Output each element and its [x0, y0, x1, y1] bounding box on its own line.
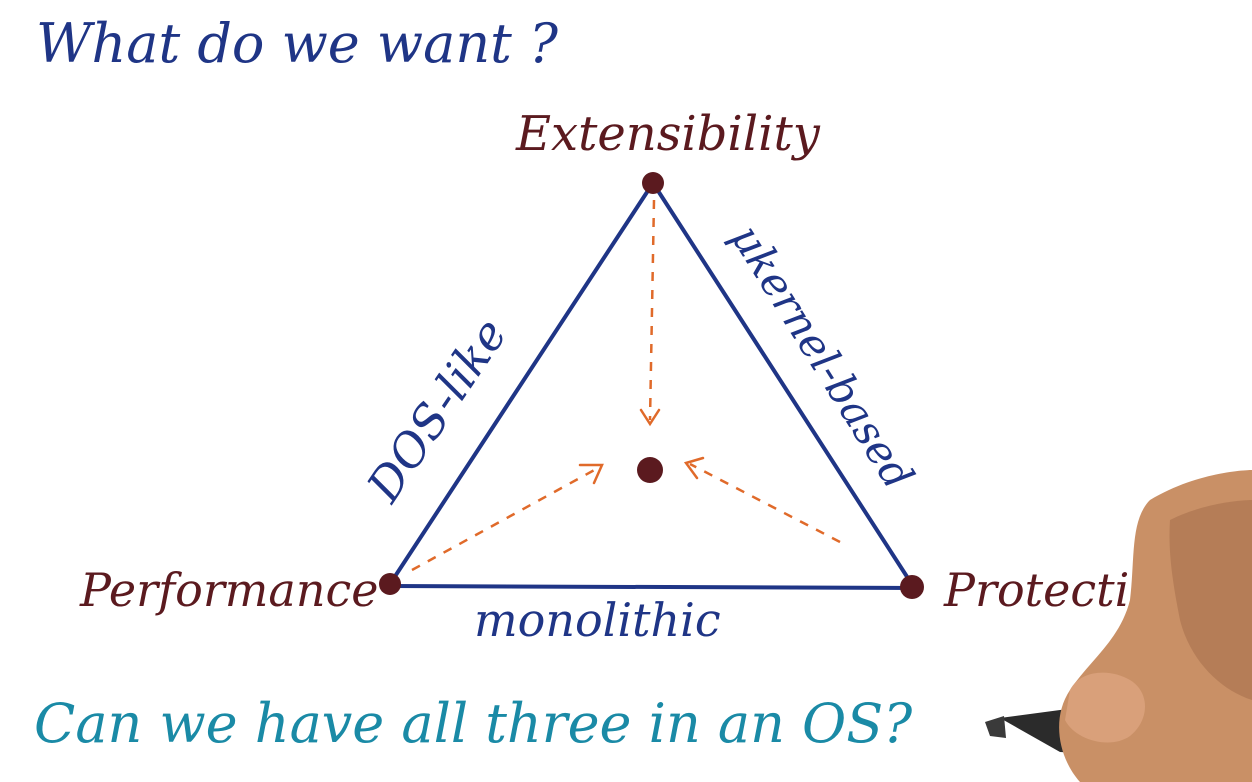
vertex-label-top: Extensibility [515, 106, 821, 162]
node-top [642, 172, 664, 194]
edge-label-left: DOS-like [356, 309, 518, 512]
hand-with-marker-illustration [985, 470, 1252, 782]
arrow-from-right-head [683, 456, 705, 480]
edge-label-right: μkernel-based [722, 215, 924, 497]
node-center [637, 457, 663, 483]
arrow-from-top [648, 199, 656, 421]
node-right [900, 575, 924, 599]
question-text: Can we have all three in an OS? [34, 692, 913, 755]
vertex-label-left: Performance [79, 563, 378, 617]
arrow-from-left-head [578, 463, 604, 485]
heading-text: What do we want ? [36, 12, 559, 75]
marker-tip [985, 716, 1006, 738]
arrow-from-left [411, 466, 599, 572]
edge-right-line [651, 181, 915, 588]
edge-label-bottom: monolithic [474, 593, 721, 647]
edge-bottom-line [388, 584, 915, 590]
node-left [379, 573, 401, 595]
fingertip [1065, 672, 1145, 743]
whiteboard-canvas: What do we want ? Extensibility Performa… [34, 12, 1252, 782]
arrow-from-right [689, 462, 841, 544]
